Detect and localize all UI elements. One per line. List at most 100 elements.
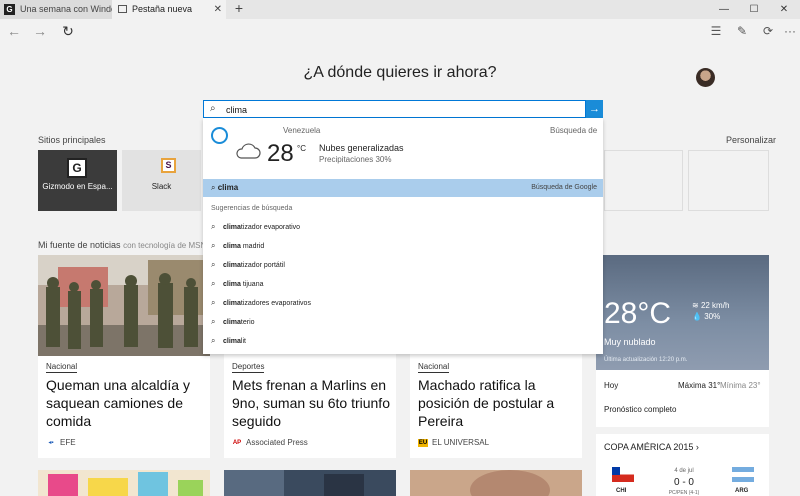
news-source: EFE xyxy=(60,438,76,447)
suggestion-rest: tizador evaporativo xyxy=(240,224,301,231)
pen-icon: ✎ xyxy=(736,24,748,38)
weather-temp: 28°C xyxy=(604,297,672,330)
suggestion-rest: madrid xyxy=(240,243,265,250)
share-icon: ⟳ xyxy=(762,24,774,38)
slack-logo-icon: S xyxy=(161,158,176,173)
news-title[interactable]: Mets frenan a Marlins en 9no, suman su 6… xyxy=(232,376,392,430)
news-image-soldiers xyxy=(38,255,210,356)
news-title[interactable]: Machado ratifica la posición de postular… xyxy=(418,376,578,430)
search-box[interactable]: ⌕ xyxy=(203,100,586,118)
search-icon: ⌕ xyxy=(211,260,216,269)
sports-widget[interactable]: COPA AMÉRICA 2015 › CHI 4 de jul 0 - 0 P… xyxy=(596,434,769,496)
suggestion-item[interactable]: ⌕ clima tijuana xyxy=(211,279,263,289)
close-tab-icon[interactable]: ✕ xyxy=(214,0,222,19)
refresh-button[interactable]: ↻ xyxy=(58,22,78,40)
suggestion-bold: clima xyxy=(223,319,241,326)
tab-windows10[interactable]: G Una semana con Windows 10 xyxy=(0,0,112,19)
suggestion-item[interactable]: ⌕ climatizador portátil xyxy=(211,260,285,270)
gizmodo-logo-icon: G xyxy=(67,158,87,178)
news-category: Nacional xyxy=(418,362,450,373)
precip-value: 30% xyxy=(704,312,721,321)
page-title: ¿A dónde quieres ir ahora? xyxy=(303,64,497,81)
argentina-flag-icon xyxy=(732,467,754,482)
arrow-left-icon: ← xyxy=(7,23,21,39)
suggestion-rest: terio xyxy=(240,319,255,326)
close-window-button[interactable]: ✕ xyxy=(770,0,798,19)
personalize-link[interactable]: Personalizar xyxy=(726,135,776,145)
suggestion-rest: tizador portátil xyxy=(240,262,285,269)
tile-label: Gizmodo en Espa... xyxy=(42,182,113,191)
web-note-button[interactable]: ✎ xyxy=(734,23,750,39)
full-forecast-link[interactable]: Pronóstico completo xyxy=(604,405,676,414)
weather-min: Mínima 23° xyxy=(720,381,761,390)
tab-bar: G Una semana con Windows 10 Pestaña nuev… xyxy=(0,0,800,19)
news-heading: Mi fuente de noticias con tecnología de … xyxy=(38,240,206,250)
share-button[interactable]: ⟳ xyxy=(760,23,776,39)
el-universal-logo-icon: EU xyxy=(418,439,428,447)
search-input[interactable] xyxy=(226,102,576,117)
empty-tile[interactable] xyxy=(688,150,769,211)
tab-new-tab[interactable]: Pestaña nueva ✕ xyxy=(112,0,226,19)
suggestion-text: ⌕ clima xyxy=(211,183,238,193)
refresh-icon: ↻ xyxy=(62,23,74,39)
page-icon xyxy=(118,5,127,13)
suggestion-item[interactable]: ⌕ climalit xyxy=(211,336,246,346)
team-away: ARG xyxy=(735,488,749,494)
suggestion-item[interactable]: ⌕ climatizador evaporativo xyxy=(211,222,300,232)
suggestion-bold: clima xyxy=(223,300,241,307)
tab-title: Pestaña nueva xyxy=(132,4,193,14)
news-source: EL UNIVERSAL xyxy=(432,438,490,447)
more-button[interactable]: ··· xyxy=(782,23,798,39)
avatar[interactable] xyxy=(696,68,715,87)
top-site-tile[interactable]: S Slack xyxy=(122,150,201,211)
top-site-tile[interactable]: G Gizmodo en Espa... xyxy=(38,150,117,211)
suggestion-rest: tizadores evaporativos xyxy=(240,300,311,307)
weather-provider: Búsqueda de Google xyxy=(550,126,598,135)
weather-answer-condition: Nubes generalizadas xyxy=(319,143,404,153)
suggestion-item[interactable]: ⌕ climaterio xyxy=(211,317,255,327)
maximize-button[interactable]: ☐ xyxy=(740,0,768,19)
news-card[interactable]: Nacional Queman una alcaldía y saquean c… xyxy=(38,255,210,458)
search-icon: ⌕ xyxy=(211,336,216,345)
msn-credit: con tecnología de MSN xyxy=(123,241,207,250)
search-icon: ⌕ xyxy=(210,103,216,114)
suggestion-main[interactable]: ⌕ clima Búsqueda de Google xyxy=(203,179,603,197)
search-icon: ⌕ xyxy=(211,183,218,192)
suggestions-heading: Sugerencias de búsqueda xyxy=(211,205,293,212)
match-date: 4 de jul xyxy=(674,468,694,474)
weather-wind: ≋ 22 km/h xyxy=(692,301,729,310)
suggestion-item[interactable]: ⌕ clima madrid xyxy=(211,241,264,251)
empty-tile[interactable] xyxy=(604,150,683,211)
search-icon: ⌕ xyxy=(211,298,216,307)
arrow-right-icon: → xyxy=(589,103,600,115)
hub-button[interactable]: ☰ xyxy=(708,23,724,39)
suggestion-provider: Búsqueda de Google xyxy=(531,184,597,191)
search-icon: ⌕ xyxy=(211,317,216,326)
tab-title: Una semana con Windows 10 xyxy=(20,4,112,14)
news-title[interactable]: Queman una alcaldía y saquean camiones d… xyxy=(46,376,206,430)
copa-title[interactable]: COPA AMÉRICA 2015 › xyxy=(604,442,699,452)
search-icon: ⌕ xyxy=(211,222,216,231)
search-icon: ⌕ xyxy=(211,241,216,250)
suggestion-bold: clima xyxy=(223,243,241,250)
weather-answer-temp: 28 xyxy=(267,140,294,167)
ap-logo-icon: AP xyxy=(232,440,242,446)
weather-widget[interactable]: 28°C ≋ 22 km/h 💧 30% Muy nublado Última … xyxy=(596,255,769,427)
back-button[interactable]: ← xyxy=(4,22,24,40)
search-go-button[interactable]: → xyxy=(586,100,603,118)
cloud-icon xyxy=(236,143,261,159)
suggestion-item[interactable]: ⌕ climatizadores evaporativos xyxy=(211,298,311,308)
news-image-partial xyxy=(38,470,210,496)
match-penalties: PC/PEN (4-1) xyxy=(668,490,700,496)
suggestion-query: clima xyxy=(217,183,239,192)
news-image-partial xyxy=(410,470,582,496)
wind-icon: ≋ xyxy=(692,301,701,310)
minimize-button[interactable]: — xyxy=(710,0,738,19)
chile-flag-icon xyxy=(612,467,634,482)
news-image-partial xyxy=(224,470,396,496)
weather-day: Hoy xyxy=(604,381,619,390)
new-tab-button[interactable]: + xyxy=(232,0,246,19)
top-sites-heading: Sitios principales xyxy=(38,135,106,145)
forward-button[interactable]: → xyxy=(30,22,50,40)
weather-location: Venezuela xyxy=(283,126,321,135)
